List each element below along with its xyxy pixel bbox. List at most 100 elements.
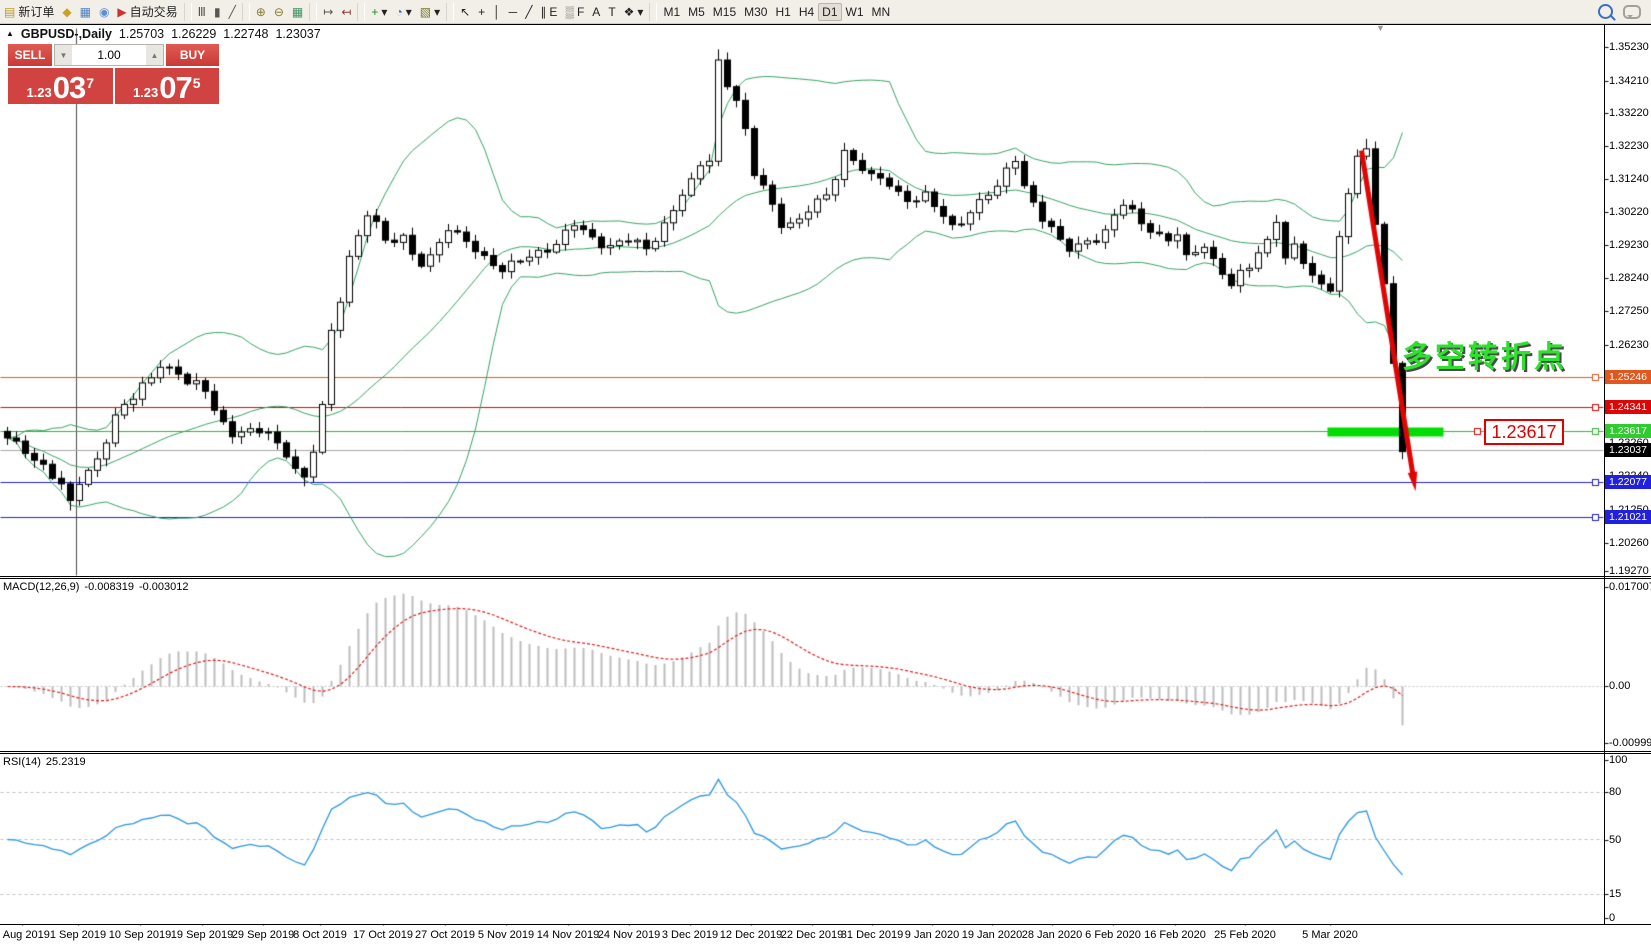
fibonacci-button-label: F: [577, 5, 584, 19]
volume-up-button[interactable]: ▲: [146, 45, 163, 65]
timeframe-h4-button[interactable]: H4: [795, 3, 818, 21]
zoom-out-button[interactable]: ⊖: [270, 4, 288, 20]
bar-chart-button[interactable]: Ⅲ: [194, 4, 210, 20]
autotrading-button-label: 自动交易: [130, 3, 178, 20]
crosshair-icon: +: [478, 6, 485, 18]
date-axis-label: 1 Sep 2019: [50, 929, 106, 941]
price-callout-box: 1.23617: [1484, 419, 1564, 445]
date-axis[interactable]: 2 Aug 20191 Sep 201910 Sep 201919 Sep 20…: [0, 926, 1651, 946]
macd-separator-bottom[interactable]: [0, 578, 1651, 579]
toolbar-separator: [184, 3, 192, 21]
arrows-button[interactable]: ❖▾: [620, 3, 648, 21]
price-axis-tick: 1.31240: [1609, 173, 1649, 185]
macd-name: MACD(12,26,9): [3, 581, 79, 593]
chart-shift-button[interactable]: ↤: [337, 4, 355, 20]
trendline-button[interactable]: ╱: [521, 4, 536, 20]
date-axis-label: 24 Nov 2019: [598, 929, 660, 941]
bar-chart-icon: Ⅲ: [198, 6, 206, 18]
volume-input[interactable]: 1.00: [72, 45, 146, 65]
toolbar-separator: [446, 3, 454, 21]
rsi-name: RSI(14): [3, 756, 41, 768]
profiles-button[interactable]: ◔▾: [391, 3, 415, 21]
date-axis-label: 5 Nov 2019: [478, 929, 534, 941]
text-label-button[interactable]: T: [604, 4, 619, 20]
chat-icon[interactable]: [1623, 5, 1641, 19]
date-axis-label: 22 Dec 2019: [781, 929, 843, 941]
auto-scroll-button[interactable]: ↦: [319, 4, 337, 20]
timeframe-w1-button[interactable]: W1: [842, 3, 868, 21]
toolbar-right-icons: [1598, 4, 1651, 19]
macd-axis-tick: -0.00999: [1609, 737, 1651, 749]
timeframe-d1-button[interactable]: D1: [818, 3, 841, 21]
date-axis-border: [0, 924, 1651, 925]
new-order-button[interactable]: ▤新订单: [0, 1, 58, 22]
macd-axis-tick: 0.017007: [1609, 581, 1651, 593]
bid-price-button[interactable]: 1.23 03 7: [8, 68, 113, 104]
timeframe-m15-button[interactable]: M15: [709, 3, 740, 21]
new-order-button-label: 新订单: [18, 3, 54, 20]
chart-window-button[interactable]: ◆: [58, 4, 75, 20]
timeframe-h1-button[interactable]: H1: [771, 3, 794, 21]
date-axis-label: 25 Feb 2020: [1214, 929, 1276, 941]
oneclick-collapse-icon[interactable]: ▲: [6, 30, 14, 38]
rsi-axis-tick: 80: [1609, 786, 1621, 798]
price-axis-tick: 1.29230: [1609, 239, 1649, 251]
volume-down-button[interactable]: ▼: [55, 45, 72, 65]
zoom-in-icon: ⊕: [256, 6, 266, 18]
vertical-line-button[interactable]: │: [489, 4, 505, 20]
timeframe-m30-button-label: M30: [744, 5, 767, 19]
toolbar-group-scroll: ↦↤: [319, 1, 355, 23]
equidistant-channel-button[interactable]: ∥E: [536, 3, 561, 21]
text-button[interactable]: A: [588, 4, 604, 20]
date-axis-label: 19 Sep 2019: [171, 929, 233, 941]
timeframe-m1-button[interactable]: M1: [659, 3, 684, 21]
macd-value-main: -0.008319: [84, 581, 134, 593]
sell-button[interactable]: SELL: [8, 44, 52, 66]
chart-shift-icon: ↤: [341, 6, 351, 18]
candlestick-button[interactable]: ▮: [210, 4, 225, 20]
one-click-trading-panel: SELL ▼ 1.00 ▲ BUY 1.23 03 7 1.23 07 5: [8, 44, 219, 104]
hline-price-badge: 1.22077: [1605, 475, 1651, 489]
chart-canvas[interactable]: [0, 0, 1651, 946]
toolbar-group-trade: ▤新订单◆▦◉▶自动交易: [0, 1, 182, 23]
price-axis-tick: 1.33220: [1609, 107, 1649, 119]
date-axis-label: 8 Oct 2019: [293, 929, 347, 941]
ask-pip-digit: 5: [193, 68, 201, 98]
timeframe-mn-button[interactable]: MN: [868, 3, 895, 21]
ask-price-button[interactable]: 1.23 07 5: [115, 68, 220, 104]
timeframe-m30-button[interactable]: M30: [740, 3, 771, 21]
date-axis-label: 3 Dec 2019: [662, 929, 718, 941]
rsi-separator-bottom[interactable]: [0, 753, 1651, 754]
autotrading-button[interactable]: ▶自动交易: [113, 1, 181, 22]
arrows-button-label: ▾: [637, 5, 643, 19]
signals-button[interactable]: ◉: [95, 4, 113, 20]
macd-separator-top[interactable]: [0, 576, 1651, 577]
search-icon[interactable]: [1598, 4, 1613, 19]
zoom-in-button[interactable]: ⊕: [252, 4, 270, 20]
candlestick-icon: ▮: [214, 6, 221, 18]
new-order-icon: ▤: [4, 6, 15, 18]
equidistant-channel-button-label: E: [549, 5, 557, 19]
buy-button[interactable]: BUY: [166, 44, 219, 66]
templates-button[interactable]: ▧▾: [416, 3, 444, 21]
timeframe-m5-button[interactable]: M5: [684, 3, 709, 21]
cursor-button[interactable]: ↖: [456, 4, 474, 20]
line-chart-button[interactable]: ╱: [225, 4, 240, 20]
date-axis-label: 16 Feb 2020: [1144, 929, 1206, 941]
timeframe-m5-button-label: M5: [688, 5, 705, 19]
rsi-separator-top[interactable]: [0, 751, 1651, 752]
price-axis-tick: 1.20260: [1609, 537, 1649, 549]
market-watch-button[interactable]: ▦: [76, 4, 95, 20]
fibonacci-button[interactable]: ▒F: [561, 3, 588, 21]
toolbar: ▤新订单◆▦◉▶自动交易Ⅲ▮╱⊕⊖▦↦↤+▾◔▾▧▾↖+│─╱∥E▒FAT❖▾M…: [0, 0, 1651, 24]
date-axis-label: 31 Dec 2019: [841, 929, 903, 941]
symbol-period-label: GBPUSD-,Daily: [21, 27, 112, 41]
vertical-line-icon: │: [493, 6, 501, 18]
scroll-to-end-icon[interactable]: ▼: [1376, 23, 1385, 33]
horizontal-line-button[interactable]: ─: [505, 4, 522, 20]
crosshair-button[interactable]: +: [474, 4, 489, 20]
tile-windows-icon: ▦: [292, 6, 303, 18]
new-chart-button[interactable]: +▾: [367, 3, 391, 21]
tile-windows-button[interactable]: ▦: [288, 4, 307, 20]
rsi-axis-tick: 15: [1609, 888, 1621, 900]
